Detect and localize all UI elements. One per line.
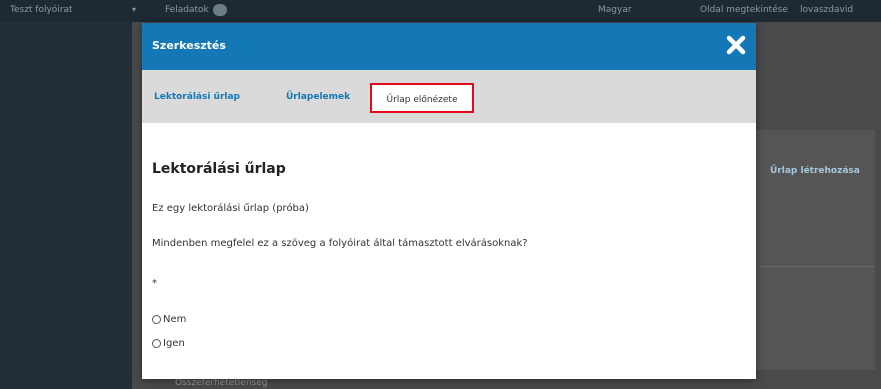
required-marker: * [152, 278, 157, 289]
form-question: Mindenben megfelel ez a szöveg a folyóir… [152, 238, 528, 249]
close-button[interactable] [724, 33, 748, 57]
radio-option-igen[interactable]: Igen [152, 338, 185, 349]
app-topbar: Teszt folyóirat ▾ Feladatok Magyar Oldal… [0, 0, 881, 22]
form-preview: Lektorálási űrlap Ez egy lektorálási űrl… [152, 123, 746, 379]
modal-title: Szerkesztés [152, 39, 226, 52]
tasks-count-badge [213, 4, 227, 16]
radio-option-label: Igen [163, 338, 185, 349]
tab-form-elements[interactable]: Űrlapelemek [286, 86, 350, 108]
modal-header: Szerkesztés [142, 23, 756, 70]
form-title: Lektorálási űrlap [152, 161, 286, 177]
view-site-link[interactable]: Oldal megtekintése [700, 5, 788, 15]
radio-button[interactable] [152, 339, 161, 348]
divider [760, 266, 875, 267]
close-icon [726, 35, 746, 55]
radio-button[interactable] [152, 315, 161, 324]
tasks-link[interactable]: Feladatok [165, 5, 209, 15]
language-link[interactable]: Magyar [598, 5, 632, 15]
app-sidebar [0, 22, 132, 389]
tab-bar: Lektorálási űrlap Űrlapelemek Űrlap előn… [142, 70, 756, 123]
background-row-text: Összeférhetetlenség [175, 378, 268, 388]
tab-form-preview[interactable]: Űrlap előnézete [370, 83, 474, 113]
create-form-link[interactable]: Űrlap létrehozása [770, 166, 860, 176]
radio-option-nem[interactable]: Nem [152, 314, 186, 325]
journal-switcher[interactable]: Teszt folyóirat [10, 5, 73, 15]
form-description: Ez egy lektorálási űrlap (próba) [152, 203, 309, 214]
tab-review-form[interactable]: Lektorálási űrlap [154, 86, 240, 108]
user-menu[interactable]: lovaszdavid [800, 5, 853, 15]
edit-modal: Szerkesztés Lektorálási űrlap Űrlapeleme… [142, 23, 756, 379]
radio-option-label: Nem [163, 314, 187, 325]
chevron-down-icon: ▾ [132, 5, 137, 14]
